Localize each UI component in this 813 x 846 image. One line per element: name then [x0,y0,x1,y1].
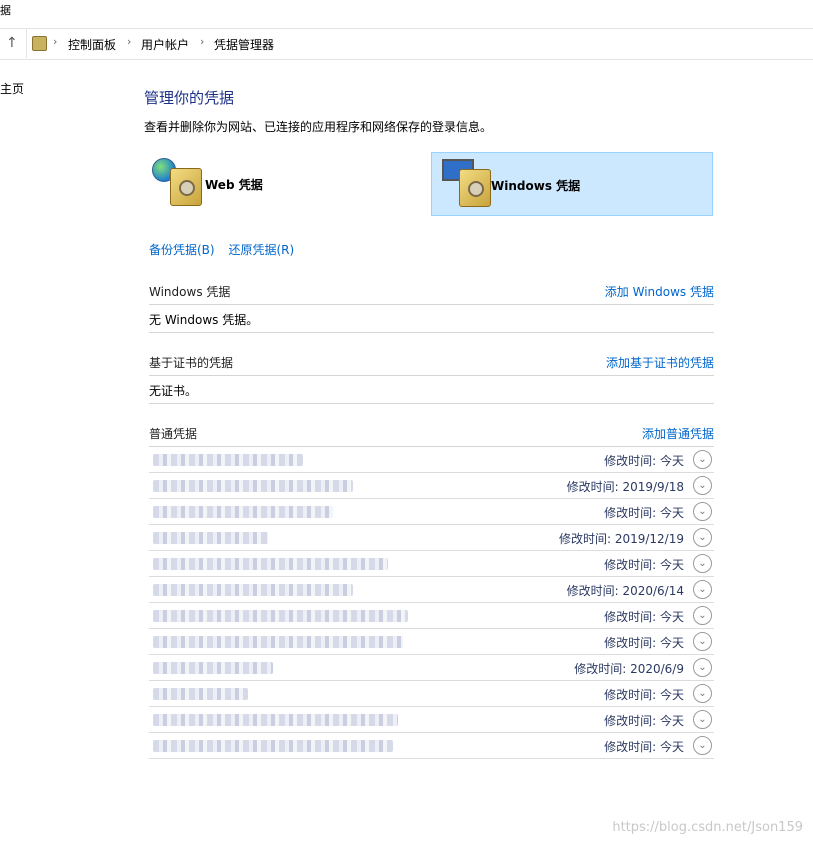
chevron-down-circle-icon[interactable]: ⌄ [693,580,712,599]
backup-restore-links: 备份凭据(B) 还原凭据(R) [149,241,304,258]
redacted-credential-name [153,740,393,752]
chevron-down-circle-icon[interactable]: ⌄ [693,606,712,625]
modified-time: 修改时间: 今天 [604,558,684,572]
address-bar: ↑ › 控制面板 › 用户帐户 › 凭据管理器 [0,28,813,60]
divider [149,403,714,404]
vault-icon [459,169,491,207]
modified-time: 修改时间: 今天 [604,506,684,520]
redacted-credential-name [153,688,248,700]
empty-message: 无证书。 [149,384,198,398]
chevron-down-circle-icon[interactable]: ⌄ [693,554,712,573]
tile-windows-credentials[interactable]: Windows 凭据 [431,152,713,216]
divider [149,758,714,759]
section-title: 基于证书的凭据 [149,356,234,370]
redacted-credential-name [153,584,353,596]
credential-row[interactable]: 修改时间: 今天 ⌄ [149,551,714,577]
credential-row[interactable]: 修改时间: 2020/6/9 ⌄ [149,655,714,681]
credential-row[interactable]: 修改时间: 今天 ⌄ [149,707,714,733]
chevron-right-icon[interactable]: › [127,35,131,48]
section-generic-credentials: 普通凭据 添加普通凭据 [149,425,714,445]
sidebar-item-home[interactable]: 主页 [0,80,24,97]
chevron-down-circle-icon[interactable]: ⌄ [693,684,712,703]
credential-row[interactable]: 修改时间: 2019/12/19 ⌄ [149,525,714,551]
redacted-credential-name [153,480,353,492]
chevron-down-circle-icon[interactable]: ⌄ [693,736,712,755]
vault-icon [170,168,202,206]
section-cert-credentials: 基于证书的凭据 添加基于证书的凭据 [149,354,714,374]
credential-row[interactable]: 修改时间: 今天 ⌄ [149,603,714,629]
add-cert-credential-link[interactable]: 添加基于证书的凭据 [606,354,714,371]
section-title: Windows 凭据 [149,285,231,299]
up-arrow-icon[interactable]: ↑ [6,35,18,51]
modified-time: 修改时间: 2020/6/14 [566,584,684,598]
restore-credentials-link[interactable]: 还原凭据(R) [228,243,294,257]
divider [149,304,714,305]
redacted-credential-name [153,558,388,570]
credential-row[interactable]: 修改时间: 今天 ⌄ [149,447,714,473]
redacted-credential-name [153,610,408,622]
window-title-fragment: 据 [0,4,11,17]
chevron-down-circle-icon[interactable]: ⌄ [693,502,712,521]
credential-row[interactable]: 修改时间: 今天 ⌄ [149,629,714,655]
divider [149,375,714,376]
chevron-right-icon[interactable]: › [53,35,57,48]
breadcrumb-user-accounts[interactable]: 用户帐户 [141,36,189,53]
tile-windows-label: Windows 凭据 [491,179,581,193]
tile-web-label: Web 凭据 [205,178,263,192]
credential-row[interactable]: 修改时间: 今天 ⌄ [149,499,714,525]
modified-time: 修改时间: 今天 [604,740,684,754]
credential-row[interactable]: 修改时间: 2019/9/18 ⌄ [149,473,714,499]
redacted-credential-name [153,662,273,674]
modified-time: 修改时间: 今天 [604,610,684,624]
backup-credentials-link[interactable]: 备份凭据(B) [149,243,215,257]
redacted-credential-name [153,714,398,726]
chevron-down-circle-icon[interactable]: ⌄ [693,450,712,469]
chevron-down-circle-icon[interactable]: ⌄ [693,658,712,677]
empty-message: 无 Windows 凭据。 [149,313,259,327]
breadcrumb[interactable]: › 控制面板 › 用户帐户 › 凭据管理器 [26,29,813,58]
modified-time: 修改时间: 2019/12/19 [558,532,684,546]
credential-row[interactable]: 修改时间: 今天 ⌄ [149,681,714,707]
chevron-down-circle-icon[interactable]: ⌄ [693,632,712,651]
control-panel-icon [32,36,47,51]
redacted-credential-name [153,532,268,544]
modified-time: 修改时间: 2019/9/18 [566,480,684,494]
add-generic-credential-link[interactable]: 添加普通凭据 [642,425,714,442]
page-description: 查看并删除你为网站、已连接的应用程序和网络保存的登录信息。 [144,120,493,134]
credential-row[interactable]: 修改时间: 2020/6/14 ⌄ [149,577,714,603]
redacted-credential-name [153,454,303,466]
breadcrumb-credential-manager[interactable]: 凭据管理器 [214,36,274,53]
modified-time: 修改时间: 今天 [604,714,684,728]
chevron-down-circle-icon[interactable]: ⌄ [693,476,712,495]
redacted-credential-name [153,506,333,518]
page-title: 管理你的凭据 [144,89,235,107]
modified-time: 修改时间: 2020/6/9 [574,662,684,676]
section-title: 普通凭据 [149,427,198,441]
modified-time: 修改时间: 今天 [604,454,684,468]
divider [149,332,714,333]
section-windows-credentials: Windows 凭据 添加 Windows 凭据 [149,283,714,303]
modified-time: 修改时间: 今天 [604,636,684,650]
breadcrumb-control-panel[interactable]: 控制面板 [68,36,116,53]
tile-web-credentials[interactable]: Web 凭据 [148,152,430,216]
chevron-right-icon[interactable]: › [200,35,204,48]
chevron-down-circle-icon[interactable]: ⌄ [693,710,712,729]
modified-time: 修改时间: 今天 [604,688,684,702]
redacted-credential-name [153,636,403,648]
add-windows-credential-link[interactable]: 添加 Windows 凭据 [605,283,714,300]
chevron-down-circle-icon[interactable]: ⌄ [693,528,712,547]
credential-row[interactable]: 修改时间: 今天 ⌄ [149,733,714,759]
watermark: https://blog.csdn.net/Json159 [612,820,803,835]
